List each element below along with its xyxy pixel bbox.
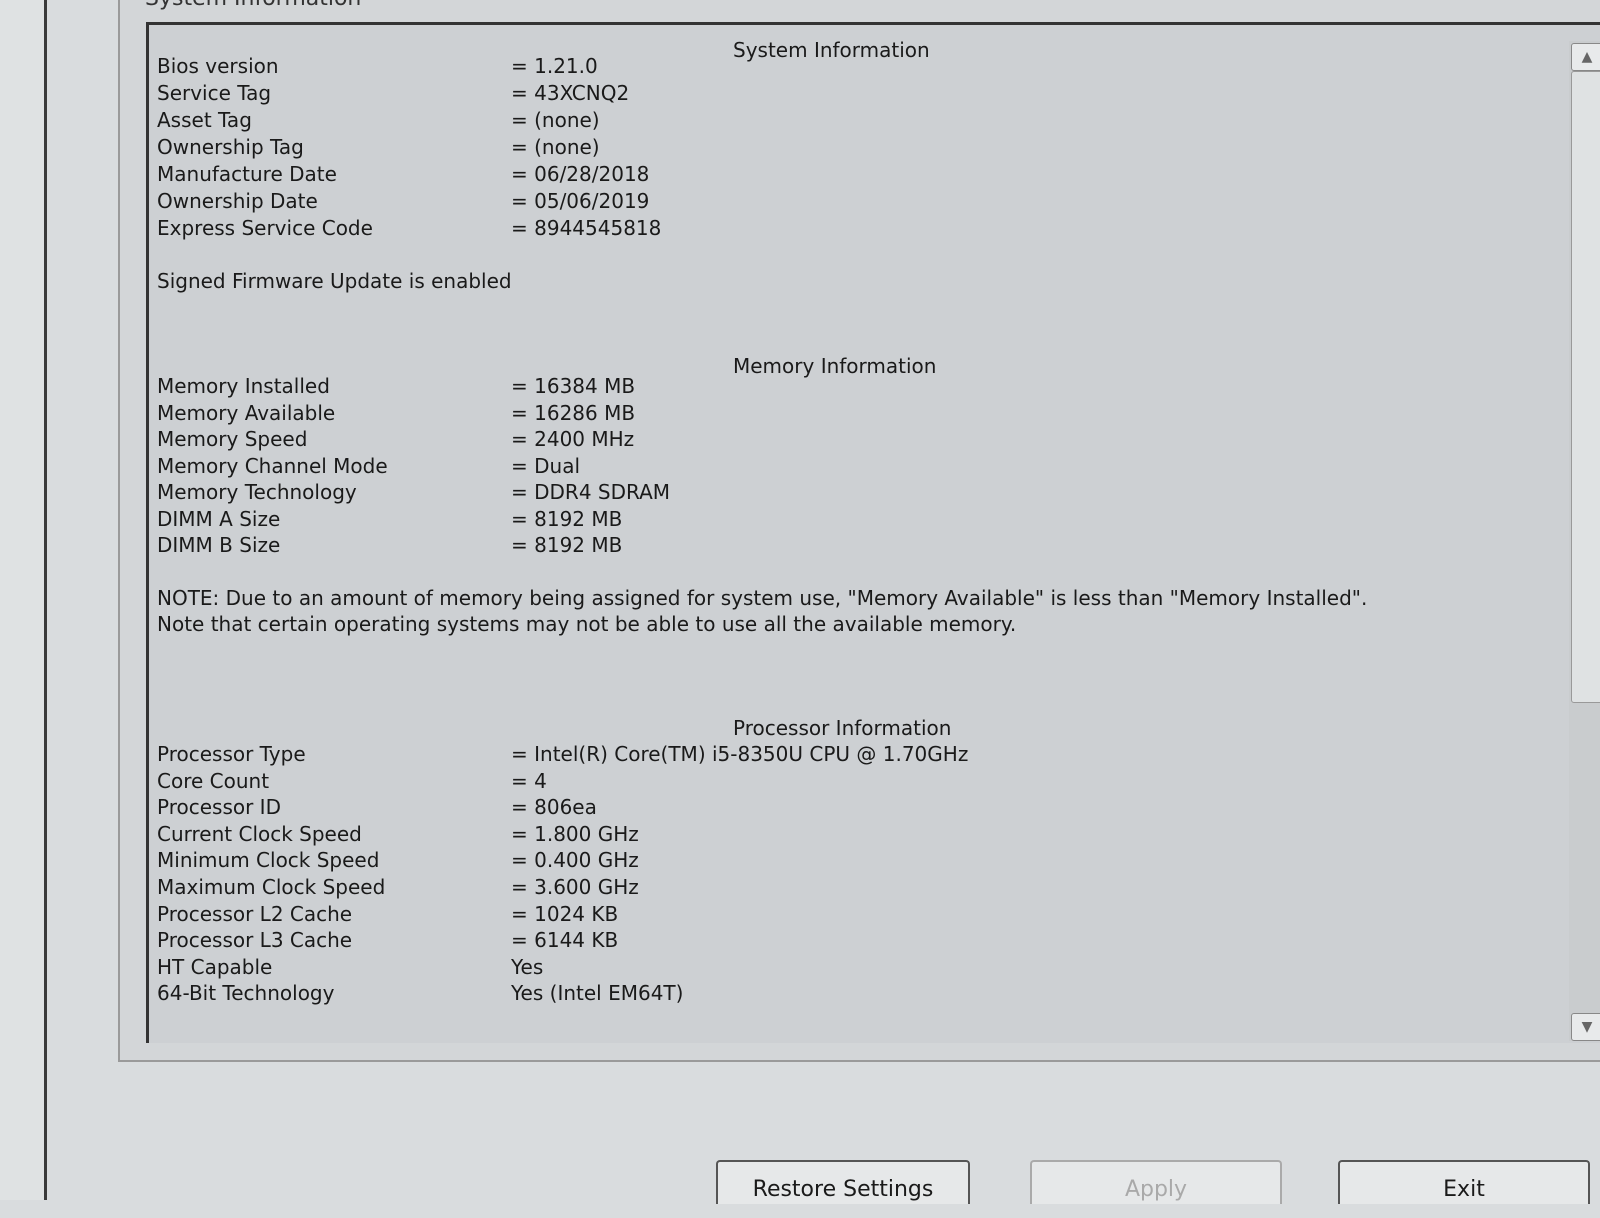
memory-value: = DDR4 SDRAM <box>511 480 671 504</box>
memory-label: Memory Channel Mode <box>157 453 388 478</box>
system-value: = (none) <box>511 135 600 159</box>
memory-label: Memory Technology <box>157 480 357 504</box>
system-label: Ownership Tag <box>157 135 304 159</box>
system-value: = (none) <box>511 108 600 132</box>
system-label: Bios version <box>157 54 279 78</box>
system-label: Asset Tag <box>157 108 252 132</box>
processor-value: = 4 <box>511 768 547 793</box>
processor-label: HT Capable <box>157 954 273 979</box>
processor-label: Core Count <box>157 768 270 793</box>
processor-label: Processor L2 Cache <box>157 901 353 926</box>
system-section-title: System Information <box>733 38 930 62</box>
memory-value: = 2400 MHz <box>511 427 635 451</box>
vertical-scrollbar[interactable]: ▲ ▼ <box>1569 41 1600 1041</box>
system-value: = 1.21.0 <box>511 54 598 78</box>
system-value: = 06/28/2018 <box>511 162 650 186</box>
left-edge <box>0 0 47 1200</box>
system-value: = 05/06/2019 <box>511 189 650 213</box>
processor-label: Processor ID <box>157 795 281 820</box>
memory-label: DIMM B Size <box>157 533 281 557</box>
memory-label: Memory Available <box>157 400 336 425</box>
memory-label: Memory Installed <box>157 374 330 398</box>
apply-button[interactable]: Apply <box>1030 1160 1282 1204</box>
processor-label: Processor L3 Cache <box>157 928 353 953</box>
processor-value: = 3.600 GHz <box>511 875 639 899</box>
memory-label: DIMM A Size <box>157 506 281 531</box>
processor-label: Maximum Clock Speed <box>157 875 386 899</box>
memory-value: = 16286 MB <box>511 400 636 425</box>
memory-value: = 8192 MB <box>511 506 623 531</box>
processor-value: = 6144 KB <box>511 928 619 953</box>
scroll-thumb[interactable] <box>1571 71 1600 703</box>
processor-label: Current Clock Speed <box>157 821 362 846</box>
memory-value: = 16384 MB <box>511 374 636 398</box>
exit-button[interactable]: Exit <box>1338 1160 1590 1204</box>
restore-settings-button[interactable]: Restore Settings <box>716 1160 970 1204</box>
scroll-up-icon[interactable]: ▲ <box>1571 43 1600 71</box>
memory-value: = Dual <box>511 453 581 478</box>
processor-value: = 0.400 GHz <box>511 848 639 873</box>
memory-note: NOTE: Due to an amount of memory being a… <box>157 586 1368 636</box>
system-label: Express Service Code <box>157 216 373 240</box>
memory-label: Memory Speed <box>157 427 308 451</box>
system-label: Manufacture Date <box>157 162 337 186</box>
processor-label: Minimum Clock Speed <box>157 848 380 873</box>
processor-value: = 806ea <box>511 795 597 820</box>
processor-label: Processor Type <box>157 742 306 766</box>
processor-value: Yes <box>511 954 544 979</box>
scroll-down-icon[interactable]: ▼ <box>1571 1013 1600 1041</box>
info-panel: System Information Bios version = 1.21.0 S… <box>146 22 1600 1043</box>
processor-value: = 1024 KB <box>511 901 619 926</box>
system-label: Service Tag <box>157 81 272 105</box>
memory-value: = 8192 MB <box>511 533 623 557</box>
system-value: = 43XCNQ2 <box>511 81 630 105</box>
memory-section-title: Memory Information <box>733 354 937 378</box>
system-value: = 8944545818 <box>511 216 662 240</box>
processor-value: Yes (Intel EM64T) <box>511 981 684 1006</box>
processor-value: = 1.800 GHz <box>511 821 639 846</box>
system-label: Ownership Date <box>157 189 318 213</box>
frame-title: System Information <box>145 0 361 11</box>
processor-value: = Intel(R) Core(TM) i5-8350U CPU @ 1.70G… <box>511 742 969 766</box>
processor-section-title: Processor Information <box>733 716 952 740</box>
processor-label: 64-Bit Technology <box>157 981 335 1006</box>
